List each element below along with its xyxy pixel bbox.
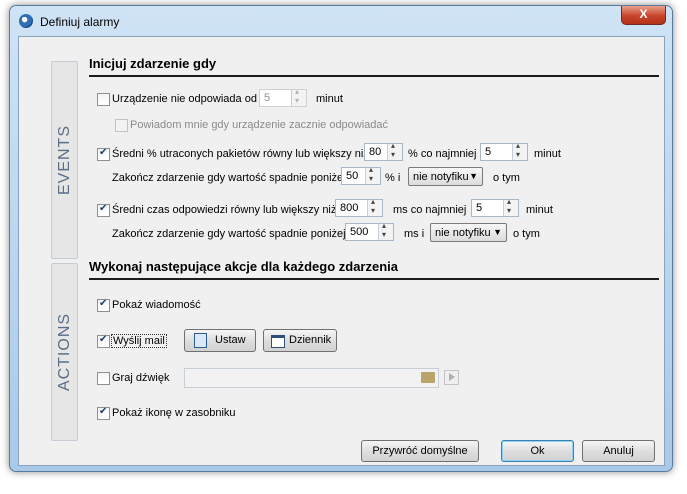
window-icon [271,335,285,348]
events-tab-label: EVENTS [55,124,73,196]
restore-defaults-button[interactable]: Przywróć domyślne [361,440,479,462]
window-title: Definiuj alarmy [40,15,120,29]
packet-loss-end-mid: % i [385,172,401,184]
packet-loss-notify-select[interactable]: nie notyfiku ▼ [408,167,483,186]
packet-loss-minutes-spinner[interactable]: 5 [480,141,528,161]
response-time-end-spinner[interactable]: 500 [345,221,394,241]
packet-loss-end-spinner[interactable]: 50 [341,165,381,185]
events-side-tab[interactable]: EVENTS [51,61,78,259]
mail-setup-button[interactable]: Ustaw [184,329,256,352]
packet-loss-end-label: Zakończ zdarzenie gdy wartość spadnie po… [112,172,346,184]
play-sound-checkbox[interactable] [97,372,110,385]
mail-setup-label: Ustaw [215,334,246,346]
packet-loss-unit: minut [534,148,561,160]
actions-section-divider [89,278,659,280]
packet-loss-label: Średni % utraconych pakietów równy lub w… [112,148,369,160]
response-time-notify-select[interactable]: nie notyfiku ▼ [430,223,507,242]
events-section-divider [89,75,659,77]
mail-log-label: Dziennik [289,334,332,346]
title-bar[interactable]: Definiuj alarmy X [10,6,672,34]
no-response-minutes-spinner[interactable]: 5 [259,87,307,107]
packet-loss-percent-spinner[interactable]: 80 [364,141,403,161]
dialog-window: Definiuj alarmy X EVENTS ACTIONS Inicjuj… [9,5,673,472]
send-mail-label: Wyślij mail [111,334,167,348]
chevron-down-icon: ▼ [493,227,502,237]
response-time-end-suffix: o tym [513,228,540,240]
actions-side-tab[interactable]: ACTIONS [51,263,78,441]
response-time-checkbox[interactable] [97,203,110,217]
no-response-unit: minut [316,93,343,105]
tray-icon-checkbox[interactable] [97,406,110,420]
actions-section-title: Wykonaj następujące akcje dla każdego zd… [89,259,398,274]
tray-icon-label: Pokaż ikonę w zasobniku [112,407,236,419]
edit-icon [194,333,207,348]
mail-log-button[interactable]: Dziennik [263,329,337,352]
app-icon [19,14,33,28]
ok-button[interactable]: Ok [501,440,574,462]
show-message-label: Pokaż wiadomość [112,299,201,311]
sound-file-field[interactable] [184,368,439,388]
response-time-label: Średni czas odpowiedzi równy lub większy… [112,204,337,216]
notify-when-responds-label: Powiadom mnie gdy urządzenie zacznie odp… [130,119,389,131]
packet-loss-mid-label: % co najmniej [408,148,477,160]
send-mail-checkbox[interactable] [97,334,110,348]
actions-tab-label: ACTIONS [55,312,73,392]
events-section-title: Inicjuj zdarzenie gdy [89,56,217,71]
response-time-mid-label: ms co najmniej [393,204,467,216]
response-time-ms-spinner[interactable]: 800 [335,197,383,217]
response-time-end-label: Zakończ zdarzenie gdy wartość spadnie po… [112,228,346,240]
response-time-end-mid: ms i [404,228,425,240]
no-response-checkbox[interactable] [97,93,110,106]
folder-open-icon[interactable] [421,372,435,383]
response-time-minutes-spinner[interactable]: 5 [471,197,519,217]
close-button[interactable]: X [621,6,666,25]
play-icon[interactable] [444,370,459,385]
cancel-button[interactable]: Anuluj [582,440,655,462]
chevron-down-icon: ▼ [469,171,478,181]
show-message-checkbox[interactable] [97,298,110,312]
notify-when-responds-checkbox[interactable] [115,119,128,132]
play-sound-label: Graj dźwięk [112,372,170,384]
packet-loss-checkbox[interactable] [97,147,110,161]
packet-loss-end-suffix: o tym [493,172,520,184]
response-time-unit: minut [526,204,553,216]
dialog-client-area: EVENTS ACTIONS Inicjuj zdarzenie gdy Urz… [18,36,665,466]
no-response-label: Urządzenie nie odpowiada od [112,93,257,105]
